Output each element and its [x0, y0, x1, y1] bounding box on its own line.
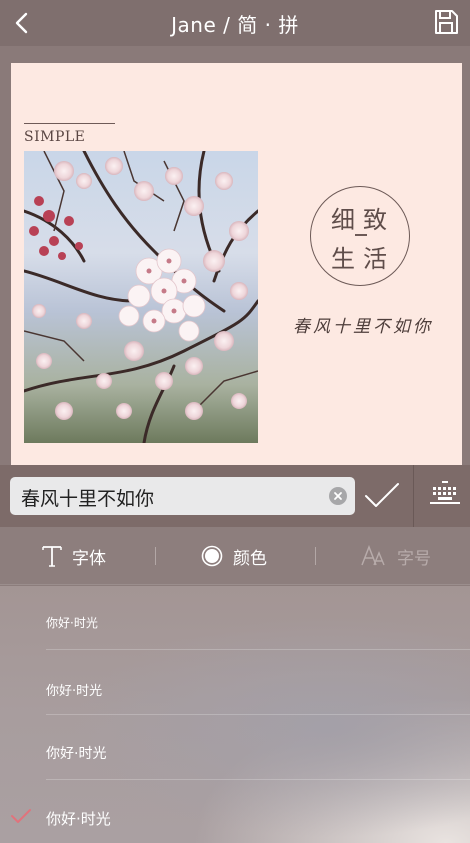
simple-rule — [24, 123, 115, 124]
clear-icon — [334, 492, 342, 500]
top-navigation-bar: Jane / 简 · 拼 — [0, 0, 470, 46]
list-item[interactable]: 你好·时光 — [0, 651, 470, 715]
font-sample-label: 你好·时光 — [46, 616, 98, 630]
tab-color[interactable]: 颜色 — [201, 527, 267, 585]
checkmark-icon — [365, 483, 399, 507]
font-size-icon — [361, 545, 385, 566]
tab-separator — [315, 547, 316, 565]
keyboard-icon — [430, 481, 460, 504]
clear-button[interactable] — [329, 487, 347, 505]
stamp-char: 活 — [363, 245, 387, 273]
style-tab-bar: 字体 颜色 字号 — [0, 527, 470, 585]
list-item-selected[interactable]: 你好·时光 — [0, 781, 470, 843]
page-title: Jane / 简 · 拼 — [171, 12, 299, 37]
list-divider — [46, 779, 470, 780]
confirm-button[interactable] — [364, 480, 400, 512]
font-sample-label: 你好·时光 — [46, 746, 107, 762]
simple-label: SIMPLE — [24, 129, 86, 145]
stamp-char: 生 — [331, 245, 355, 273]
text-input-field[interactable]: 春风十里不如你 — [10, 477, 355, 515]
canvas-margin-right — [462, 63, 470, 465]
collage-canvas[interactable]: SIMPLE 细 致 生 活 春风十里不如你 — [11, 63, 462, 465]
stamp-circle: 细 致 生 活 — [310, 186, 410, 286]
font-sample-label: 你好·时光 — [46, 810, 111, 828]
tab-font-size-label: 字号 — [397, 548, 431, 569]
stamp-dash — [355, 234, 367, 236]
tab-font-label: 字体 — [72, 548, 106, 569]
tab-color-label: 颜色 — [233, 548, 267, 569]
tab-font[interactable]: 字体 — [42, 527, 106, 585]
keyboard-toggle-button[interactable] — [430, 481, 460, 507]
text-input-value: 春风十里不如你 — [21, 488, 155, 510]
selected-check-icon — [11, 809, 31, 823]
header-gap — [0, 46, 470, 63]
font-sample-label: 你好·时光 — [46, 684, 103, 699]
save-button[interactable] — [432, 8, 460, 36]
cherry-blossom-photo[interactable] — [24, 151, 258, 443]
back-button[interactable] — [10, 9, 34, 37]
font-icon — [42, 546, 62, 567]
stamp-char: 致 — [363, 206, 387, 234]
stamp-char: 细 — [331, 206, 355, 234]
cherry-blossom-image — [24, 151, 258, 443]
list-item[interactable]: 你好·时光 — [0, 586, 470, 650]
toolbar-divider — [413, 465, 414, 527]
color-icon — [201, 545, 223, 567]
canvas-margin-left — [0, 63, 11, 465]
tab-font-size[interactable]: 字号 — [361, 527, 431, 585]
font-sample-list: 你好·时光 你好·时光 你好·时光 你好·时光 — [0, 586, 470, 843]
list-divider — [46, 649, 470, 650]
list-item[interactable]: 你好·时光 — [0, 716, 470, 780]
text-input-bar: 春风十里不如你 — [0, 465, 470, 527]
tab-separator — [155, 547, 156, 565]
canvas-text-layer[interactable]: 春风十里不如你 — [293, 312, 433, 337]
save-icon — [435, 10, 458, 34]
list-divider — [46, 714, 470, 715]
chevron-left-icon — [15, 12, 28, 34]
